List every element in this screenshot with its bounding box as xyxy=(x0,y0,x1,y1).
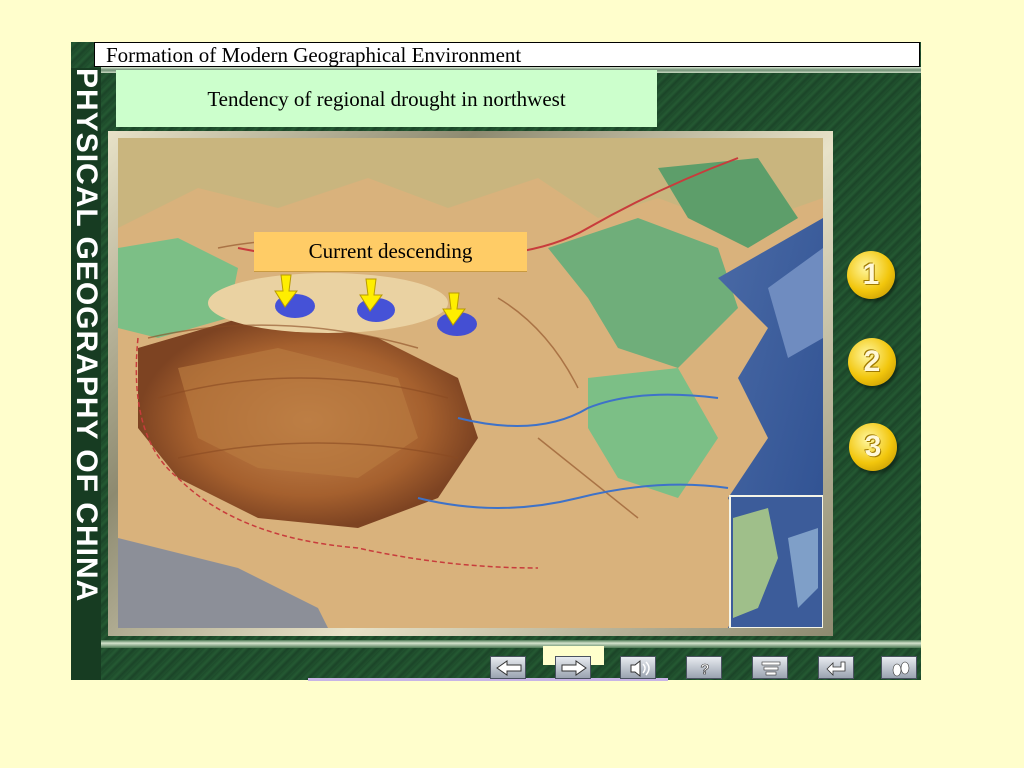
section-1-label: 1 xyxy=(862,258,880,291)
sound-button[interactable] xyxy=(620,656,656,679)
header-title: Formation of Modern Geographical Environ… xyxy=(94,42,920,67)
menu-icon xyxy=(761,661,781,676)
return-icon xyxy=(826,661,846,676)
menu-button[interactable] xyxy=(752,656,788,679)
svg-text:?: ? xyxy=(700,661,709,678)
exit-button[interactable] xyxy=(881,656,917,679)
section-3-label: 3 xyxy=(864,430,882,463)
section-2-label: 2 xyxy=(863,345,881,378)
slide-subtitle: Tendency of regional drought in northwes… xyxy=(116,70,657,127)
relief-map xyxy=(118,138,823,628)
descending-arrow-icon xyxy=(442,292,466,326)
bottom-accent-line xyxy=(308,678,668,681)
sidebar-title: PHYSICAL GEOGRAPHY OF CHINA xyxy=(71,68,101,603)
back-arrow-icon xyxy=(496,660,522,676)
current-descending-callout: Current descending xyxy=(254,232,527,272)
section-3-button[interactable]: 3 xyxy=(849,423,897,471)
china-relief-map-graphic xyxy=(118,138,823,628)
section-2-button[interactable]: 2 xyxy=(848,338,896,386)
back-button[interactable] xyxy=(490,656,526,679)
speaker-icon xyxy=(630,659,650,678)
bottom-divider xyxy=(101,640,921,648)
help-icon: ? xyxy=(700,661,710,679)
section-1-button[interactable]: 1 xyxy=(847,251,895,299)
help-button[interactable]: ? xyxy=(686,656,722,679)
footprint-icon xyxy=(892,661,910,677)
sidebar: PHYSICAL GEOGRAPHY OF CHINA xyxy=(71,68,101,680)
forward-arrow-icon xyxy=(561,660,587,676)
forward-button[interactable] xyxy=(555,656,591,679)
descending-arrow-icon xyxy=(359,278,383,312)
return-button[interactable] xyxy=(818,656,854,679)
descending-arrow-icon xyxy=(274,274,298,308)
